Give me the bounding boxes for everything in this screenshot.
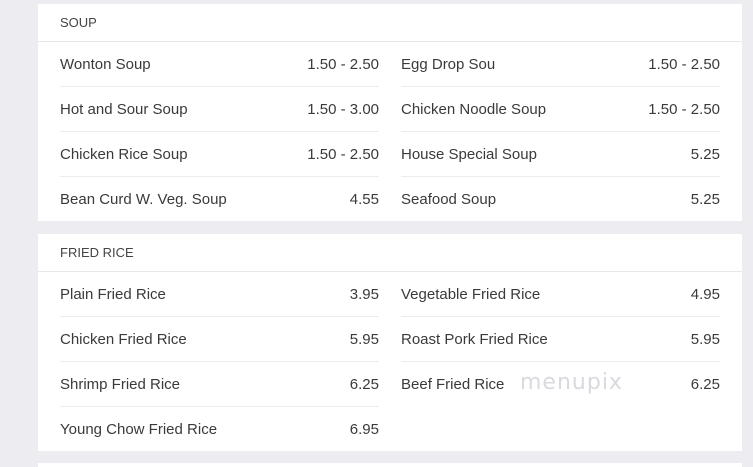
item-name: Hot and Sour Soup: [60, 100, 188, 118]
item-name: Wonton Soup: [60, 55, 151, 73]
item-price: 5.25: [690, 145, 720, 163]
item-price: 6.25: [690, 376, 720, 393]
item-name: Seafood Soup: [401, 191, 497, 208]
item-price: 5.25: [690, 191, 720, 208]
item-price: 1.50 - 2.50: [648, 100, 720, 118]
item-name: House Special Soup: [401, 145, 537, 163]
menu-item[interactable]: Young Chow Fried Rice 6.95: [60, 407, 379, 452]
menu-item[interactable]: Shrimp Fried Rice 6.25: [60, 362, 379, 407]
empty-cell: [401, 407, 720, 452]
item-price: 6.25: [349, 375, 379, 393]
item-name: Egg Drop Sou: [401, 55, 496, 73]
menu-item[interactable]: Seafood Soup 5.25: [401, 177, 720, 222]
fried-rice-section: FRIED RICE Plain Fried Rice 3.95 Vegetab…: [38, 234, 742, 451]
item-price: 6.95: [349, 421, 379, 438]
item-name: Chicken Rice Soup: [60, 145, 188, 163]
soup-section: SOUP Wonton Soup 1.50 - 2.50 Egg Drop So…: [38, 4, 742, 221]
item-price: 4.95: [690, 285, 720, 303]
fried-rice-items: Plain Fried Rice 3.95 Vegetable Fried Ri…: [38, 272, 742, 452]
item-name: Beef Fried Rice: [401, 376, 505, 393]
menu-item[interactable]: Bean Curd W. Veg. Soup 4.55: [60, 177, 379, 222]
item-price: 3.95: [349, 285, 379, 303]
next-section: [38, 463, 742, 467]
item-name: Vegetable Fried Rice: [401, 285, 541, 303]
item-price: 1.50 - 2.50: [307, 145, 379, 163]
menu-item[interactable]: Hot and Sour Soup 1.50 - 3.00: [60, 87, 379, 132]
menu-page: SOUP Wonton Soup 1.50 - 2.50 Egg Drop So…: [0, 0, 753, 467]
soup-items: Wonton Soup 1.50 - 2.50 Egg Drop Sou 1.5…: [38, 42, 742, 222]
item-name: Young Chow Fried Rice: [60, 421, 218, 438]
menu-item[interactable]: Plain Fried Rice 3.95: [60, 272, 379, 317]
item-price: 1.50 - 2.50: [307, 55, 379, 73]
menu-item[interactable]: Chicken Noodle Soup 1.50 - 2.50: [401, 87, 720, 132]
item-name: Chicken Fried Rice: [60, 330, 187, 348]
item-name: Chicken Noodle Soup: [401, 100, 547, 118]
item-price: 1.50 - 3.00: [307, 100, 379, 118]
item-name: Plain Fried Rice: [60, 285, 166, 303]
section-title: SOUP: [38, 4, 742, 42]
item-name: Roast Pork Fried Rice: [401, 330, 548, 348]
menu-item[interactable]: Egg Drop Sou 1.50 - 2.50: [401, 42, 720, 87]
menu-item[interactable]: Roast Pork Fried Rice 5.95: [401, 317, 720, 362]
menu-item[interactable]: Vegetable Fried Rice 4.95: [401, 272, 720, 317]
item-price: 5.95: [690, 330, 720, 348]
menu-item[interactable]: Beef Fried Rice 6.25: [401, 362, 720, 407]
section-title: FRIED RICE: [38, 234, 742, 272]
menu-item[interactable]: House Special Soup 5.25: [401, 132, 720, 177]
item-price: 5.95: [349, 330, 379, 348]
item-name: Shrimp Fried Rice: [60, 375, 181, 393]
menu-item[interactable]: Wonton Soup 1.50 - 2.50: [60, 42, 379, 87]
menu-item[interactable]: Chicken Rice Soup 1.50 - 2.50: [60, 132, 379, 177]
item-name: Bean Curd W. Veg. Soup: [60, 191, 227, 208]
item-price: 4.55: [349, 191, 379, 208]
menu-item[interactable]: Chicken Fried Rice 5.95: [60, 317, 379, 362]
item-price: 1.50 - 2.50: [648, 55, 720, 73]
